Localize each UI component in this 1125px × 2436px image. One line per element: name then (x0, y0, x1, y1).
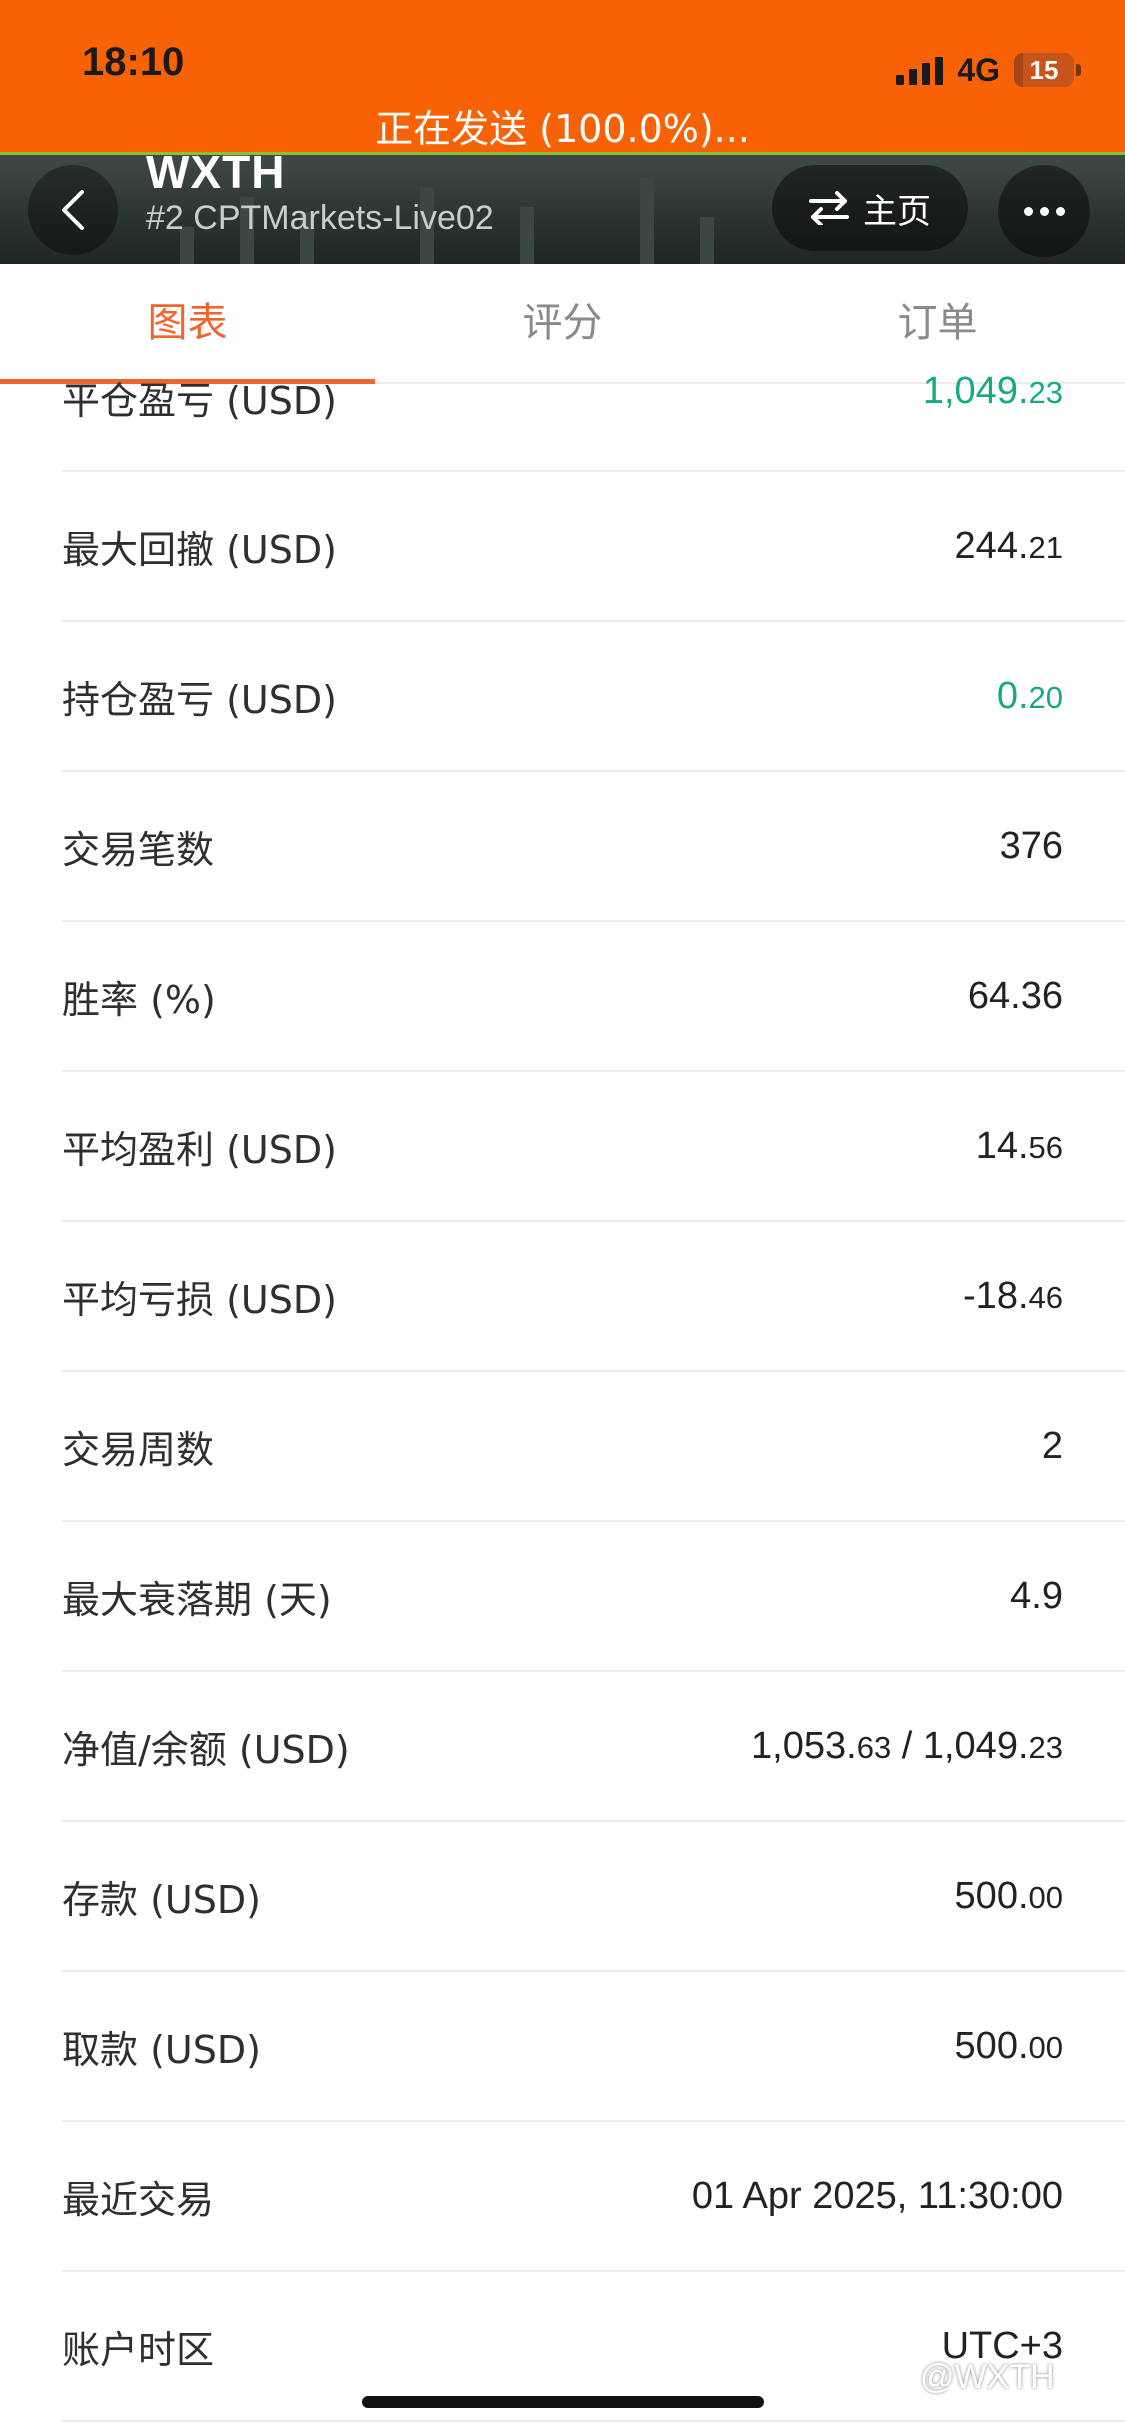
stat-value: 244.21 (954, 524, 1063, 567)
back-button[interactable] (28, 165, 118, 255)
account-header: WXTH #2 CPTMarkets-Live02 主页 (0, 152, 1125, 267)
stat-label: 交易笔数 (62, 827, 215, 872)
tab-rating-label: 评分 (522, 300, 603, 346)
tab-chart-label: 图表 (147, 300, 228, 346)
stat-label: 账户时区 (62, 2327, 215, 2372)
stat-row-avg-profit: 平均盈利 (USD) 14.56 (62, 1072, 1125, 1222)
stat-value: 1,049.23 (922, 370, 1063, 412)
tab-orders-label: 订单 (897, 300, 978, 346)
stats-list: 平仓盈亏 (USD) 1,049.23 最大回撤 (USD) 244.21 持仓… (0, 370, 1125, 2422)
more-dots-icon (1023, 206, 1033, 216)
battery-level: 15 (1029, 54, 1059, 85)
stat-value: 500.00 (954, 1874, 1063, 1917)
battery-cap (1076, 64, 1081, 76)
stat-value: -18.46 (963, 1274, 1063, 1317)
network-type: 4G (957, 51, 1000, 88)
stat-label: 最大回撤 (USD) (62, 527, 337, 572)
home-button-label: 主页 (863, 191, 931, 232)
watermark: @WXTH (920, 2358, 1055, 2396)
home-indicator[interactable] (362, 2396, 764, 2408)
stat-label: 存款 (USD) (62, 1877, 261, 1922)
clock: 18:10 (82, 40, 185, 84)
account-name: WXTH (146, 152, 286, 198)
stat-value: 01 Apr 2025, 11:30:00 (691, 2174, 1063, 2217)
status-bar: 18:10 4G 15 正在发送 (100.0%)... (0, 0, 1125, 152)
stat-label: 交易周数 (62, 1427, 215, 1472)
swap-icon (809, 191, 849, 225)
stat-value: 500.00 (954, 2024, 1063, 2067)
stat-label: 净值/余额 (USD) (62, 1727, 350, 1772)
status-icons: 4G 15 (896, 48, 1081, 92)
stat-label: 持仓盈亏 (USD) (62, 677, 337, 722)
stat-label: 平均亏损 (USD) (62, 1277, 337, 1322)
stat-row-withdrawals: 取款 (USD) 500.00 (62, 1972, 1125, 2122)
stat-label: 平均盈利 (USD) (62, 1127, 337, 1172)
stat-label: 最大衰落期 (天) (62, 1577, 332, 1622)
stat-value: 0.20 (996, 674, 1063, 717)
more-button[interactable] (998, 165, 1090, 257)
stat-value: 376 (999, 824, 1063, 867)
tab-rating[interactable]: 评分 (375, 264, 750, 382)
upload-progress-text: 正在发送 (100.0%)... (375, 107, 750, 151)
stat-row-last-trade: 最近交易 01 Apr 2025, 11:30:00 (62, 2122, 1125, 2272)
stat-row-avg-loss: 平均亏损 (USD) -18.46 (62, 1222, 1125, 1372)
tab-orders[interactable]: 订单 (750, 264, 1125, 382)
tab-bar: 图表 评分 订单 (0, 264, 1125, 384)
stat-value: 64.36 (967, 974, 1063, 1017)
stat-row-trading-weeks: 交易周数 2 (62, 1372, 1125, 1522)
stat-value: 4.9 (1010, 1574, 1063, 1617)
stat-label: 平仓盈亏 (USD) (62, 379, 337, 423)
account-server: #2 CPTMarkets-Live02 (146, 199, 494, 237)
tab-chart[interactable]: 图表 (0, 264, 375, 384)
stat-row-max-drawdown: 最大回撤 (USD) 244.21 (62, 472, 1125, 622)
stat-row-deposits: 存款 (USD) 500.00 (62, 1822, 1125, 1972)
stat-label: 取款 (USD) (62, 2027, 261, 2072)
stat-row-win-rate: 胜率 (%) 64.36 (62, 922, 1125, 1072)
stat-row-max-drawdown-period: 最大衰落期 (天) 4.9 (62, 1522, 1125, 1672)
stat-row-open-pnl: 持仓盈亏 (USD) 0.20 (62, 622, 1125, 772)
stat-value: 1,053.63 / 1,049.23 (751, 1724, 1063, 1767)
home-button[interactable]: 主页 (772, 165, 968, 251)
stat-label: 最近交易 (62, 2177, 215, 2222)
battery-icon: 15 (1014, 53, 1074, 87)
stat-row-closed-pnl: 平仓盈亏 (USD) 1,049.23 (62, 370, 1125, 472)
stat-value: 2 (1041, 1424, 1063, 1467)
signal-icon (896, 55, 944, 85)
stat-label: 胜率 (%) (62, 977, 216, 1022)
chevron-left-icon (62, 190, 84, 230)
stat-row-equity-balance: 净值/余额 (USD) 1,053.63 / 1,049.23 (62, 1672, 1125, 1822)
stat-row-trade-count: 交易笔数 376 (62, 772, 1125, 922)
stat-value: 14.56 (975, 1124, 1063, 1167)
